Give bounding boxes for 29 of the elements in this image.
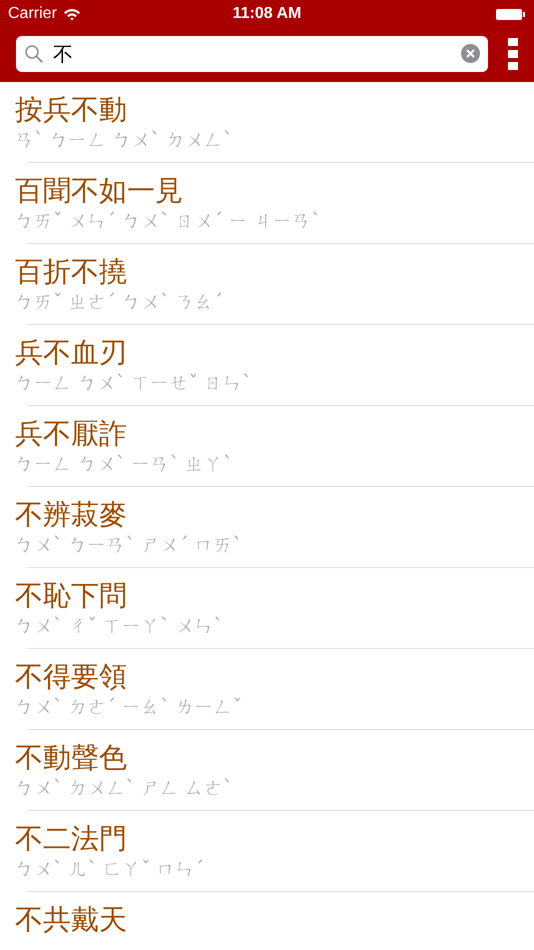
idiom-word[interactable]: 百聞不如一見 xyxy=(15,174,183,208)
carrier-label: Carrier xyxy=(8,5,57,23)
zhuyin-reading: ㄅㄨˋ ㄅㄧㄢˋ ㄕㄨˊ ㄇㄞˋ xyxy=(15,533,242,558)
idiom-word[interactable]: 不二法門 xyxy=(15,822,127,856)
battery-icon xyxy=(496,8,526,20)
menu-icon[interactable] xyxy=(508,38,518,70)
search-icon xyxy=(24,44,44,64)
idiom-word[interactable]: 兵不血刃 xyxy=(15,336,127,370)
idiom-word[interactable]: 按兵不動 xyxy=(15,93,127,127)
zhuyin-reading: ㄅㄨˋ ㄦˋ ㄈㄚˇ ㄇㄣˊ xyxy=(15,857,204,882)
idiom-word[interactable]: 不恥下問 xyxy=(15,579,127,613)
zhuyin-reading: ㄅㄨˋ ㄉㄨㄥˋ ㄕㄥ ㄙㄜˋ xyxy=(15,776,233,801)
idiom-word[interactable]: 不動聲色 xyxy=(15,741,127,775)
zhuyin-reading: ㄅㄨˋ ㄉㄜˊ ㄧㄠˋ ㄌㄧㄥˇ xyxy=(15,695,242,720)
idiom-word[interactable]: 不辨菽麥 xyxy=(15,498,127,532)
zhuyin-reading: ㄅㄧㄥ ㄅㄨˋ ㄧㄢˋ ㄓㄚˋ xyxy=(15,452,233,477)
zhuyin-reading: ㄢˋ ㄅㄧㄥ ㄅㄨˋ ㄉㄨㄥˋ xyxy=(15,128,233,153)
zhuyin-reading: ㄅㄞˇ ㄓㄜˊ ㄅㄨˋ ㄋㄠˊ xyxy=(15,290,224,315)
zhuyin-reading: ㄅㄨˋ ㄔˇ ㄒㄧㄚˋ ㄨㄣˋ xyxy=(15,614,224,639)
idiom-word[interactable]: 百折不撓 xyxy=(15,255,127,289)
zhuyin-reading: ㄅㄞˇ ㄨㄣˊ ㄅㄨˋ ㄖㄨˊ ㄧ ㄐㄧㄢˋ xyxy=(15,209,321,234)
idiom-word[interactable]: 不共戴天 xyxy=(15,903,127,937)
idiom-word[interactable]: 不得要領 xyxy=(15,660,127,694)
clear-icon[interactable] xyxy=(461,44,480,63)
wifi-icon xyxy=(62,8,81,20)
clock-time: 11:08 AM xyxy=(232,5,302,22)
idiom-word[interactable]: 兵不厭詐 xyxy=(15,417,127,451)
search-field[interactable]: 不 xyxy=(16,36,488,72)
zhuyin-reading: ㄅㄧㄥ ㄅㄨˋ ㄒㄧㄝˇ ㄖㄣˋ xyxy=(15,371,252,396)
